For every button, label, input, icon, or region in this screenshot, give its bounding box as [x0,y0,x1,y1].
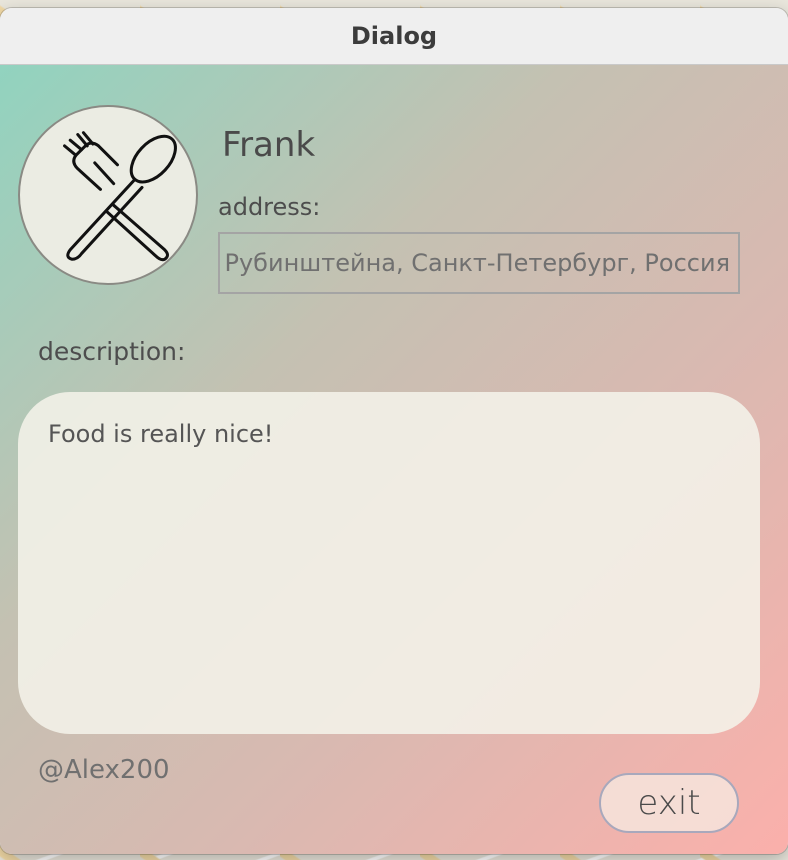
address-field[interactable]: ца Рубинштейна, Санкт-Петербург, Россия [218,232,740,294]
dialog-content: Frank address: ца Рубинштейна, Санкт-Пет… [0,65,788,854]
description-box[interactable]: Food is really nice! [18,392,760,734]
dialog-window: Dialog Frank address: ца Рубинштейна, Са… [0,8,788,854]
address-value: ца Рубинштейна, Санкт-Петербург, Россия [218,249,730,277]
restaurant-logo [18,105,198,285]
description-text: Food is really nice! [48,420,274,448]
description-label: description: [38,337,186,366]
exit-button[interactable]: exit [599,773,739,833]
title-bar[interactable]: Dialog [0,8,788,65]
fork-and-spoon-icon [63,131,177,262]
address-label: address: [218,193,321,221]
window-title: Dialog [350,22,438,50]
author-handle: @Alex200 [38,755,170,785]
restaurant-name: Frank [222,125,316,165]
